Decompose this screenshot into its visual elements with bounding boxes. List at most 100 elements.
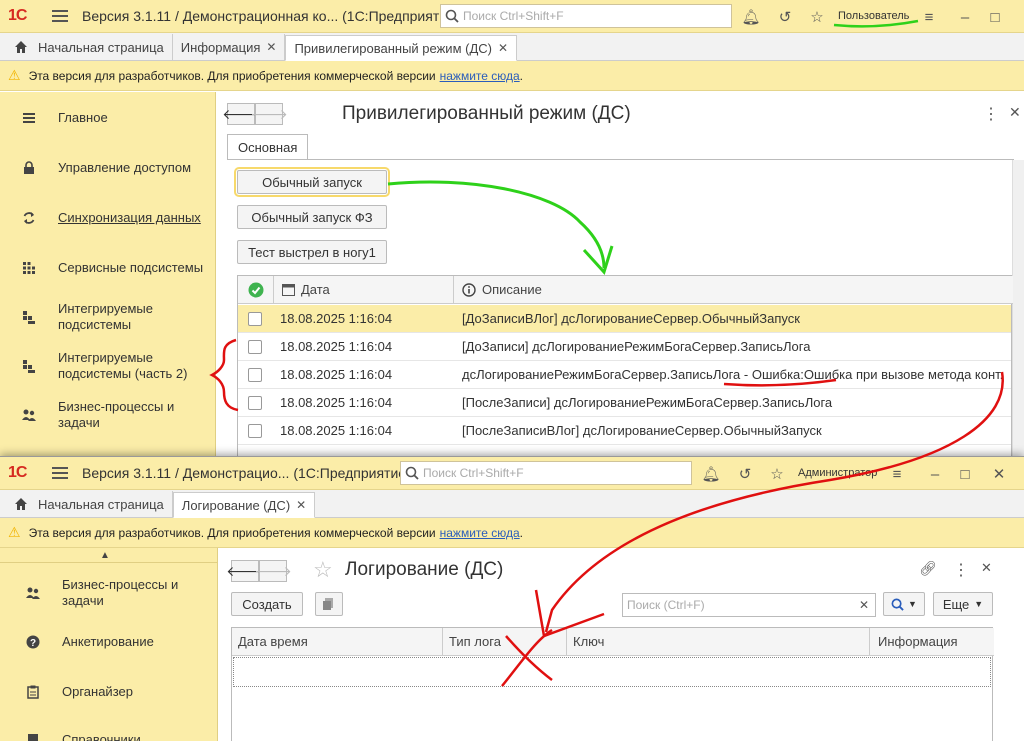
open-tabs-bar: Начальная страница Информация ✕ Привилеги…: [0, 33, 1024, 61]
row-checkbox[interactable]: [248, 340, 262, 354]
close-form-icon[interactable]: ✕: [981, 560, 992, 576]
scroll-up-icon[interactable]: ▲: [100, 550, 110, 561]
buy-link[interactable]: нажмите сюда: [440, 69, 520, 83]
minimize-icon[interactable]: –: [926, 465, 944, 483]
form-logging: 🡐 🡒 ☆ Логирование (ДС) 🔗︎ ⋮ ✕ Создать По…: [219, 548, 1024, 741]
window-titlebar: 1С Версия 3.1.11 / Демонстрацио... (1С:П…: [0, 457, 1024, 490]
search-icon: [891, 598, 904, 611]
sidebar-item-surveys[interactable]: ? Анкетирование: [0, 632, 217, 652]
sidebar-item-organizer[interactable]: Органайзер: [0, 682, 217, 702]
test-shoot-foot-button[interactable]: Тест выстрел в ногу1: [237, 240, 387, 264]
normal-launch-button[interactable]: Обычный запуск: [234, 167, 390, 197]
more-actions-icon[interactable]: ⋮: [983, 104, 999, 124]
maximize-icon[interactable]: □: [956, 465, 974, 483]
question-icon: ?: [26, 635, 40, 649]
home-icon: [15, 498, 27, 510]
lock-icon: [24, 161, 34, 174]
more-button[interactable]: Еще ▼: [933, 592, 993, 616]
normal-launch-fz-button[interactable]: Обычный запуск ФЗ: [237, 205, 387, 229]
row-checkbox[interactable]: [248, 396, 262, 410]
close-form-icon[interactable]: ✕: [1009, 104, 1021, 121]
current-user[interactable]: Пользователь: [838, 10, 909, 22]
sidebar-item-business-processes[interactable]: Бизнес-процессы и задачи: [0, 398, 215, 432]
close-window-icon[interactable]: ✕: [990, 465, 1008, 483]
minimize-icon[interactable]: –: [956, 8, 974, 26]
description-column-header[interactable]: Описание: [454, 276, 1013, 304]
main-menu-icon[interactable]: [52, 467, 68, 479]
warning-icon: ⚠: [8, 524, 21, 540]
star-icon[interactable]: ☆: [808, 8, 826, 26]
row-checkbox[interactable]: [248, 424, 262, 438]
tab-information[interactable]: Информация ✕: [173, 34, 286, 60]
more-actions-icon[interactable]: ⋮: [953, 560, 969, 580]
row-checkbox[interactable]: [248, 312, 262, 326]
log-type-column-header[interactable]: Тип лога: [443, 628, 567, 656]
nav-buttons: 🡐 🡒: [226, 560, 292, 582]
subtab-main[interactable]: Основная: [227, 134, 309, 160]
table-row[interactable]: 18.08.2025 1:16:04 [ДоЗаписи] дсЛогирова…: [238, 333, 1011, 361]
table-row[interactable]: 18.08.2025 1:16:04 [ДоЗаписиВЛог] дсЛоги…: [238, 305, 1011, 333]
hamburger-icon: [23, 113, 35, 123]
table-row[interactable]: 18.08.2025 1:16:04 [ПослеЗаписи] дсЛогир…: [238, 389, 1011, 417]
current-user[interactable]: Администратор: [798, 467, 877, 479]
copy-button[interactable]: [315, 592, 343, 616]
forward-button[interactable]: 🡒: [250, 103, 288, 125]
information-column-header[interactable]: Информация: [870, 628, 994, 656]
key-column-header[interactable]: Ключ: [567, 628, 870, 656]
create-button[interactable]: Создать: [231, 592, 303, 616]
buy-link[interactable]: нажмите сюда: [440, 526, 520, 540]
search-icon: [445, 9, 459, 23]
sidebar-item-catalogs[interactable]: Справочники: [0, 730, 217, 741]
link-icon[interactable]: 🔗︎: [919, 560, 937, 577]
app-logo[interactable]: 1С: [8, 7, 44, 25]
main-menu-icon[interactable]: [52, 10, 68, 22]
star-icon[interactable]: ☆: [768, 465, 786, 483]
app-logo[interactable]: 1С: [8, 464, 44, 482]
settings-menu-icon[interactable]: ≡: [920, 8, 938, 26]
chevron-down-icon: ▼: [908, 599, 917, 609]
table-row-empty[interactable]: [233, 657, 991, 687]
bell-icon[interactable]: 🔔︎: [701, 465, 720, 483]
maximize-icon[interactable]: □: [986, 8, 1004, 26]
window-title: Версия 3.1.11 / Демонстрационная ко... (…: [82, 8, 460, 24]
history-icon[interactable]: ↺: [776, 8, 794, 26]
global-search-input[interactable]: Поиск Ctrl+Shift+F: [440, 4, 732, 28]
sidebar-item-integrated-subsystems[interactable]: Интегрируемые подсистемы: [0, 300, 215, 334]
search-options-button[interactable]: ▼: [883, 592, 925, 616]
table-row[interactable]: 18.08.2025 1:16:04 [ПослеЗаписиВЛог] дсЛ…: [238, 417, 1011, 445]
bell-icon[interactable]: 🔔︎: [741, 8, 760, 26]
clear-search-icon[interactable]: ✕: [859, 598, 869, 612]
calendar-icon: [282, 284, 295, 296]
close-tab-icon[interactable]: ✕: [296, 498, 306, 512]
sidebar-item-business-processes[interactable]: Бизнес-процессы и задачи: [0, 576, 217, 610]
second-window-logging: 1С Версия 3.1.11 / Демонстрацио... (1С:П…: [0, 456, 1024, 741]
subtab-divider: [227, 159, 1014, 160]
sidebar-item-main[interactable]: Главное: [0, 108, 215, 128]
sidebar-item-integrated-subsystems-part2[interactable]: Интегрируемые подсистемы (часть 2): [0, 349, 215, 383]
sidebar-item-access-control[interactable]: Управление доступом: [0, 158, 215, 178]
check-column-header[interactable]: [238, 276, 274, 304]
history-icon[interactable]: ↺: [736, 465, 754, 483]
check-circle-icon: [248, 282, 263, 297]
close-tab-icon[interactable]: ✕: [266, 40, 276, 54]
table-row[interactable]: 18.08.2025 1:16:04 дсЛогированиеРежимБог…: [238, 361, 1011, 389]
nav-buttons: 🡐 🡒: [222, 103, 288, 125]
sidebar-item-data-sync[interactable]: Синхронизация данных: [0, 208, 215, 228]
global-search-input[interactable]: Поиск Ctrl+Shift+F: [400, 461, 692, 485]
list-search-input[interactable]: Поиск (Ctrl+F) ✕: [622, 593, 876, 617]
forward-button[interactable]: 🡒: [254, 560, 292, 582]
close-tab-icon[interactable]: ✕: [498, 41, 508, 55]
favorite-star-icon[interactable]: ☆: [313, 557, 333, 583]
tab-home[interactable]: Начальная страница: [6, 491, 173, 517]
row-checkbox[interactable]: [248, 368, 262, 382]
sidebar-divider: [0, 562, 217, 563]
settings-menu-icon[interactable]: ≡: [888, 465, 906, 483]
form-title: Привилегированный режим (ДС): [342, 103, 631, 124]
sidebar-item-service-subsystems[interactable]: Сервисные подсистемы: [0, 258, 215, 278]
tab-logging[interactable]: Логирование (ДС) ✕: [172, 492, 316, 518]
vertical-scrollbar[interactable]: [1012, 160, 1024, 456]
date-column-header[interactable]: Дата: [274, 276, 454, 304]
datetime-column-header[interactable]: Дата время: [232, 628, 443, 656]
tab-privileged-mode[interactable]: Привилегированный режим (ДС) ✕: [285, 35, 518, 61]
tab-home[interactable]: Начальная страница: [6, 34, 173, 60]
